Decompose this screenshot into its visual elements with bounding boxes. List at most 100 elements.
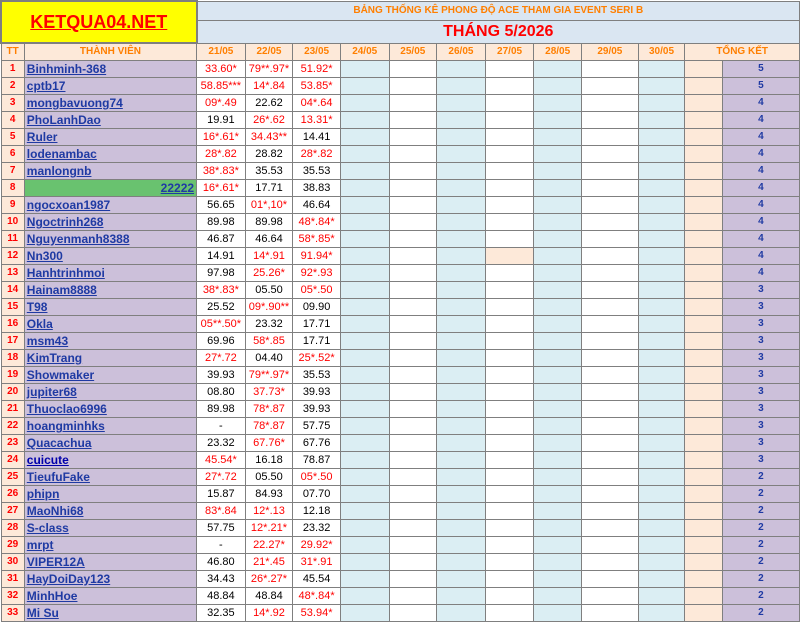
score-cell-empty[interactable] xyxy=(388,196,438,214)
score-cell-empty[interactable] xyxy=(436,247,486,265)
score-cell-empty[interactable] xyxy=(533,145,582,163)
score-cell[interactable]: 67.76* xyxy=(244,434,294,452)
score-cell-empty[interactable] xyxy=(339,281,390,299)
score-cell-empty[interactable] xyxy=(339,230,390,248)
score-cell[interactable]: 27*.72 xyxy=(196,349,246,367)
score-cell[interactable]: 45.54* xyxy=(196,451,246,469)
score-cell-empty[interactable] xyxy=(580,451,639,469)
score-cell[interactable]: 84.93 xyxy=(244,485,294,503)
score-cell-empty[interactable] xyxy=(436,519,486,537)
score-cell[interactable]: 01*,10* xyxy=(244,196,294,214)
score-cell-empty[interactable] xyxy=(339,502,390,520)
score-cell[interactable]: 48.84 xyxy=(196,587,246,605)
score-cell[interactable]: 16*.61* xyxy=(196,128,246,146)
score-cell-empty[interactable] xyxy=(339,451,390,469)
score-cell-empty[interactable] xyxy=(436,604,486,622)
score-cell-empty[interactable] xyxy=(580,145,639,163)
score-cell-empty[interactable] xyxy=(484,230,535,248)
score-cell-empty[interactable] xyxy=(436,128,486,146)
score-cell[interactable]: 34.43 xyxy=(196,570,246,588)
score-cell[interactable]: 22.27* xyxy=(244,536,294,554)
member-name-link[interactable]: hoangminhks xyxy=(23,417,198,435)
score-cell-empty[interactable] xyxy=(637,366,686,384)
score-cell-empty[interactable] xyxy=(484,485,535,503)
score-cell-empty[interactable] xyxy=(533,179,582,197)
score-cell-empty[interactable] xyxy=(533,400,582,418)
score-cell-empty[interactable] xyxy=(580,536,639,554)
score-cell-empty[interactable] xyxy=(637,485,686,503)
score-cell-empty[interactable] xyxy=(533,77,582,95)
score-cell-empty[interactable] xyxy=(436,94,486,112)
score-cell[interactable]: 08.80 xyxy=(196,383,246,401)
score-cell-empty[interactable] xyxy=(388,451,438,469)
score-cell-empty[interactable] xyxy=(339,60,390,78)
score-cell[interactable]: 19.91 xyxy=(196,111,246,129)
score-cell-empty[interactable] xyxy=(484,536,535,554)
score-cell-empty[interactable] xyxy=(388,77,438,95)
score-cell-empty[interactable] xyxy=(436,536,486,554)
score-cell-empty[interactable] xyxy=(580,349,639,367)
score-cell-empty[interactable] xyxy=(580,553,639,571)
score-cell-empty[interactable] xyxy=(339,587,390,605)
score-cell-empty[interactable] xyxy=(580,604,639,622)
score-cell[interactable]: 05.50 xyxy=(244,281,294,299)
score-cell-empty[interactable] xyxy=(580,417,639,435)
score-cell-empty[interactable] xyxy=(637,162,686,180)
score-cell[interactable]: 39.93 xyxy=(292,400,341,418)
score-cell[interactable]: 83*.84 xyxy=(196,502,246,520)
score-cell[interactable]: 48.84 xyxy=(244,587,294,605)
score-cell-empty[interactable] xyxy=(339,128,390,146)
score-cell-empty[interactable] xyxy=(339,468,390,486)
score-cell[interactable]: 33.60* xyxy=(196,60,246,78)
score-cell-empty[interactable] xyxy=(637,298,686,316)
score-cell-empty[interactable] xyxy=(484,366,535,384)
member-name-link[interactable]: Showmaker xyxy=(23,366,198,384)
score-cell-empty[interactable] xyxy=(388,553,438,571)
member-name-link[interactable]: Nguyenmanh8388 xyxy=(23,230,198,248)
score-cell-empty[interactable] xyxy=(484,553,535,571)
score-cell-empty[interactable] xyxy=(436,451,486,469)
score-cell-empty[interactable] xyxy=(436,179,486,197)
score-cell-empty[interactable] xyxy=(388,247,438,265)
score-cell-empty[interactable] xyxy=(533,604,582,622)
score-cell[interactable]: 35.53 xyxy=(244,162,294,180)
score-cell-empty[interactable] xyxy=(339,536,390,554)
score-cell-empty[interactable] xyxy=(580,315,639,333)
score-cell-empty[interactable] xyxy=(388,366,438,384)
score-cell-empty[interactable] xyxy=(580,196,639,214)
score-cell[interactable]: - xyxy=(196,536,246,554)
score-cell-empty[interactable] xyxy=(436,485,486,503)
score-cell-empty[interactable] xyxy=(436,553,486,571)
member-name-link[interactable]: TieufuFake xyxy=(23,468,198,486)
score-cell-empty[interactable] xyxy=(436,264,486,282)
score-cell-empty[interactable] xyxy=(339,111,390,129)
score-cell[interactable]: 17.71 xyxy=(244,179,294,197)
score-cell-empty[interactable] xyxy=(484,145,535,163)
score-cell-empty[interactable] xyxy=(637,281,686,299)
score-cell[interactable]: 12*.21* xyxy=(244,519,294,537)
score-cell-empty[interactable] xyxy=(484,315,535,333)
score-cell[interactable]: 21*.45 xyxy=(244,553,294,571)
score-cell[interactable]: 27*.72 xyxy=(196,468,246,486)
score-cell-empty[interactable] xyxy=(637,349,686,367)
score-cell-empty[interactable] xyxy=(339,417,390,435)
score-cell[interactable]: 51.92* xyxy=(292,60,341,78)
score-cell-empty[interactable] xyxy=(388,587,438,605)
member-name-link[interactable]: Ruler xyxy=(23,128,198,146)
score-cell-empty[interactable] xyxy=(533,332,582,350)
member-name-link[interactable]: mongbavuong74 xyxy=(23,94,198,112)
score-cell[interactable]: 22.62 xyxy=(244,94,294,112)
score-cell-empty[interactable] xyxy=(533,213,582,231)
score-cell-empty[interactable] xyxy=(637,553,686,571)
score-cell-empty[interactable] xyxy=(637,264,686,282)
score-cell-empty[interactable] xyxy=(533,60,582,78)
score-cell[interactable]: 58.85*** xyxy=(196,77,246,95)
score-cell-empty[interactable] xyxy=(484,502,535,520)
member-name-link[interactable]: ngocxoan1987 xyxy=(23,196,198,214)
score-cell-empty[interactable] xyxy=(388,145,438,163)
score-cell-empty[interactable] xyxy=(484,162,535,180)
score-cell-empty[interactable] xyxy=(436,298,486,316)
score-cell[interactable]: 53.85* xyxy=(292,77,341,95)
score-cell-empty[interactable] xyxy=(388,519,438,537)
score-cell-empty[interactable] xyxy=(388,298,438,316)
